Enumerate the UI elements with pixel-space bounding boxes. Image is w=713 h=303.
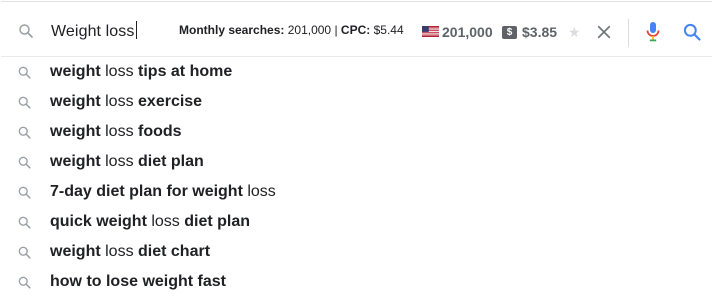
suggestion-match: loss	[100, 153, 139, 170]
suggestion-item[interactable]: weight loss foods	[0, 117, 713, 147]
metrics-separator: |	[334, 23, 338, 37]
cpc-label: CPC:	[340, 23, 371, 37]
search-input[interactable]: Weight loss	[51, 21, 137, 41]
suggestion-completion: diet plan	[184, 213, 251, 230]
suggestion-text: weight loss tips at home	[50, 63, 232, 81]
search-icon	[19, 24, 33, 38]
suggestion-item[interactable]: weight loss diet chart	[0, 237, 713, 267]
suggestion-match: loss	[100, 93, 139, 110]
favorite-star-icon[interactable]: ★	[568, 25, 581, 39]
suggestion-completion: weight	[50, 153, 101, 170]
suggestion-text: quick weight loss diet plan	[50, 213, 250, 231]
suggestion-completion: tips at home	[138, 63, 233, 80]
suggestion-completion: weight	[50, 123, 101, 140]
search-icon	[18, 216, 31, 229]
suggestion-item[interactable]: quick weight loss diet plan	[0, 207, 713, 237]
suggestion-completion: quick weight	[50, 213, 147, 230]
suggestion-match: loss	[100, 243, 139, 260]
monthly-searches-label: Monthly searches:	[179, 23, 285, 37]
search-icon	[18, 186, 31, 199]
search-icon	[18, 276, 31, 289]
keyword-metrics: Monthly searches: 201,000 | CPC: $5.44	[179, 23, 404, 37]
search-icon	[18, 96, 31, 109]
suggestion-list: weight loss tips at home weight loss exer…	[0, 57, 713, 297]
suggestion-match: loss	[146, 213, 185, 230]
suggestion-text: 7-day diet plan for weight loss	[50, 183, 276, 201]
search-submit-icon[interactable]	[682, 22, 702, 42]
search-bar: Weight loss Monthly searches: 201,000 | …	[1, 1, 712, 57]
search-icon	[18, 246, 31, 259]
search-autocomplete: Weight loss Monthly searches: 201,000 | …	[0, 0, 713, 303]
us-flag-icon	[422, 26, 439, 37]
cpc-value: $5.44	[373, 23, 404, 37]
search-input-value: Weight loss	[51, 23, 135, 40]
cpc-badge-value: $3.85	[522, 24, 558, 40]
suggestion-item[interactable]: weight loss exercise	[0, 87, 713, 117]
suggestion-completion: diet chart	[138, 243, 211, 260]
suggestion-completion: foods	[138, 123, 182, 140]
monthly-searches-value: 201,000	[287, 23, 332, 37]
suggestion-completion: 7-day diet plan for weight	[50, 183, 243, 200]
suggestion-item[interactable]: weight loss diet plan	[0, 147, 713, 177]
text-caret	[135, 21, 137, 39]
search-icon	[18, 66, 31, 79]
suggestion-text: weight loss diet chart	[50, 243, 210, 261]
suggestion-completion: how to lose weight fast	[50, 273, 227, 290]
suggestion-text: how to lose weight fast	[50, 273, 226, 291]
search-volume: 201,000	[442, 24, 493, 40]
cpc-badge-icon: $	[502, 26, 517, 39]
suggestion-completion: weight	[50, 93, 101, 110]
suggestion-item[interactable]: how to lose weight fast	[0, 267, 713, 297]
suggestion-text: weight loss foods	[50, 123, 182, 141]
search-icon	[18, 156, 31, 169]
suggestion-completion: weight	[50, 63, 101, 80]
suggestion-match: loss	[100, 123, 139, 140]
suggestion-completion: exercise	[138, 93, 203, 110]
search-icon	[18, 126, 31, 139]
suggestion-completion: weight	[50, 243, 101, 260]
suggestion-match: loss	[100, 63, 139, 80]
suggestion-text: weight loss exercise	[50, 93, 202, 111]
suggestion-item[interactable]: weight loss tips at home	[0, 57, 713, 87]
suggestion-match: loss	[242, 183, 276, 200]
suggestion-item[interactable]: 7-day diet plan for weight loss	[0, 177, 713, 207]
toolbar-divider	[628, 19, 629, 47]
close-icon[interactable]	[595, 23, 613, 41]
microphone-icon[interactable]	[645, 21, 661, 43]
suggestion-completion: diet plan	[138, 153, 204, 170]
suggestion-text: weight loss diet plan	[50, 153, 204, 171]
